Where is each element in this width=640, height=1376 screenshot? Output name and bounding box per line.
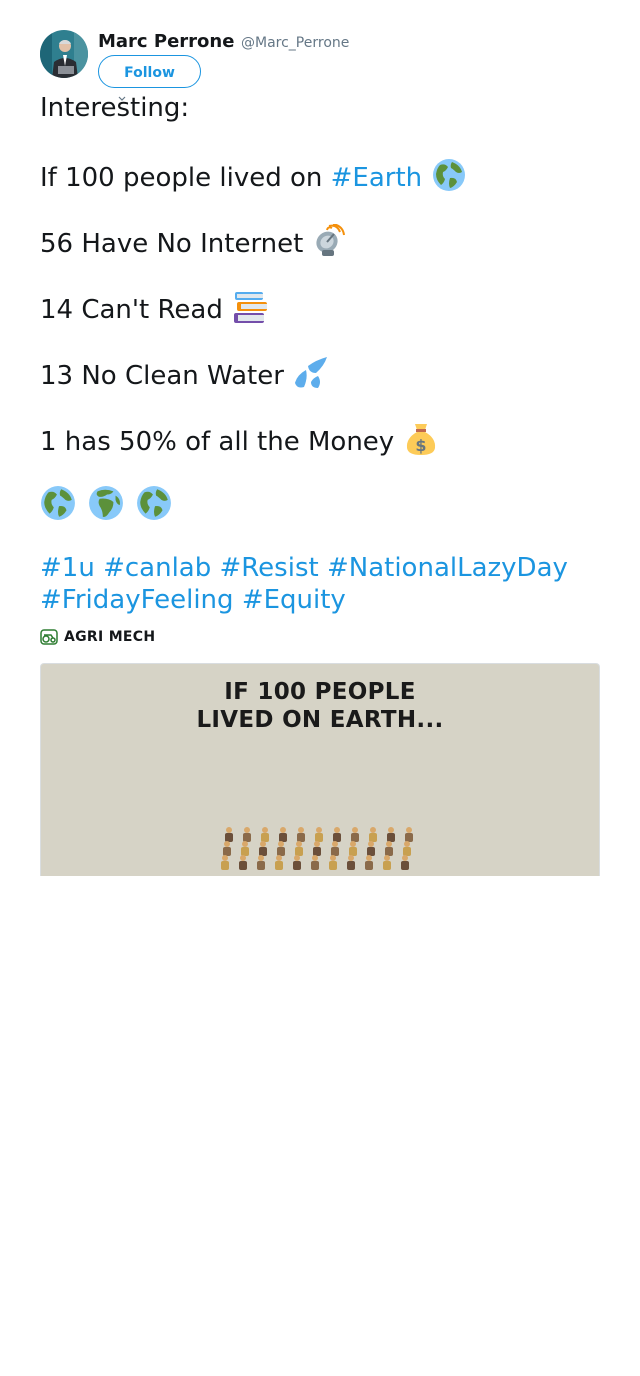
hashtag[interactable]: #1u — [40, 553, 95, 583]
globe-americas-icon — [432, 158, 466, 201]
tweet-text-line: If 100 people lived on #Earth — [40, 158, 466, 201]
source-label[interactable]: AGRI MECH — [64, 629, 155, 645]
avatar[interactable] — [40, 30, 88, 78]
globe-americas-icon — [136, 485, 172, 530]
person-figure — [383, 855, 391, 870]
person-figure — [311, 855, 319, 870]
hashtag-earth[interactable]: #Earth — [331, 163, 423, 193]
person-figure — [257, 855, 265, 870]
media-title: IF 100 PEOPLE LIVED ON EARTH... — [41, 678, 599, 734]
person-figure — [279, 827, 287, 842]
person-figure — [277, 841, 285, 856]
hashtag[interactable]: #canlab — [103, 553, 211, 583]
author-handle[interactable]: @Marc_Perrone — [241, 35, 349, 51]
globe-americas-icon — [40, 485, 76, 530]
person-figure — [297, 827, 305, 842]
person-figure — [365, 855, 373, 870]
tweet-text-line: 14 Can't Read — [40, 290, 267, 333]
person-figure — [405, 827, 413, 842]
person-figure — [293, 855, 301, 870]
tweet-text: 56 Have No Internet — [40, 229, 304, 259]
tweet-text: 14 Can't Read — [40, 295, 223, 325]
people-crowd-illustration — [221, 827, 413, 870]
tweet-card: Marc Perrone @Marc_Perrone Follow Intere… — [0, 0, 640, 1376]
media-image[interactable]: IF 100 PEOPLE LIVED ON EARTH... — [40, 663, 600, 876]
money-bag-icon: $ — [404, 422, 438, 465]
person-figure — [369, 827, 377, 842]
person-figure — [333, 827, 341, 842]
person-figure — [243, 827, 251, 842]
hashtag[interactable]: #Equity — [242, 585, 346, 615]
hashtag-row: #1u #canlab #Resist #NationalLazyDay — [40, 552, 568, 585]
person-figure — [315, 827, 323, 842]
person-figure — [313, 841, 321, 856]
person-figure — [275, 855, 283, 870]
tweet-text-line: 13 No Clean Water — [40, 356, 328, 399]
media-source[interactable]: AGRI MECH — [40, 628, 155, 646]
person-figure — [221, 855, 229, 870]
tweet-text: If 100 people lived on — [40, 163, 331, 193]
person-figure — [349, 841, 357, 856]
person-figure — [351, 827, 359, 842]
author-name[interactable]: Marc Perrone — [98, 31, 234, 52]
tweet-text: 1 has 50% of all the Money — [40, 427, 395, 457]
sweat-droplets-icon — [294, 356, 328, 399]
hashtag[interactable]: #FridayFeeling — [40, 585, 234, 615]
books-icon — [233, 290, 267, 333]
hashtag-row: #FridayFeeling #Equity — [40, 584, 346, 617]
person-figure — [259, 841, 267, 856]
media-title-line: IF 100 PEOPLE — [224, 679, 416, 705]
person-figure — [223, 841, 231, 856]
tweet-text-intro: Interesting: — [40, 93, 190, 123]
media-title-line: LIVED ON EARTH... — [196, 707, 444, 733]
tweet-text-line: 56 Have No Internet — [40, 223, 346, 267]
person-figure — [261, 827, 269, 842]
agri-mech-logo — [40, 629, 58, 645]
satellite-antenna-icon — [313, 223, 346, 267]
globe-europe-africa-icon — [88, 485, 124, 530]
person-figure — [347, 855, 355, 870]
tweet-text-line: 1 has 50% of all the Money $ — [40, 422, 438, 465]
person-figure — [385, 841, 393, 856]
person-figure — [295, 841, 303, 856]
hashtag[interactable]: #Resist — [220, 553, 319, 583]
person-figure — [225, 827, 233, 842]
follow-button[interactable]: Follow — [98, 55, 201, 88]
person-figure — [331, 841, 339, 856]
svg-text:$: $ — [416, 436, 427, 455]
person-figure — [401, 855, 409, 870]
person-figure — [241, 841, 249, 856]
person-figure — [239, 855, 247, 870]
person-figure — [367, 841, 375, 856]
tweet-text: 13 No Clean Water — [40, 361, 284, 391]
hashtag[interactable]: #NationalLazyDay — [327, 553, 568, 583]
person-figure — [329, 855, 337, 870]
globe-row — [40, 485, 184, 530]
person-figure — [387, 827, 395, 842]
person-figure — [403, 841, 411, 856]
